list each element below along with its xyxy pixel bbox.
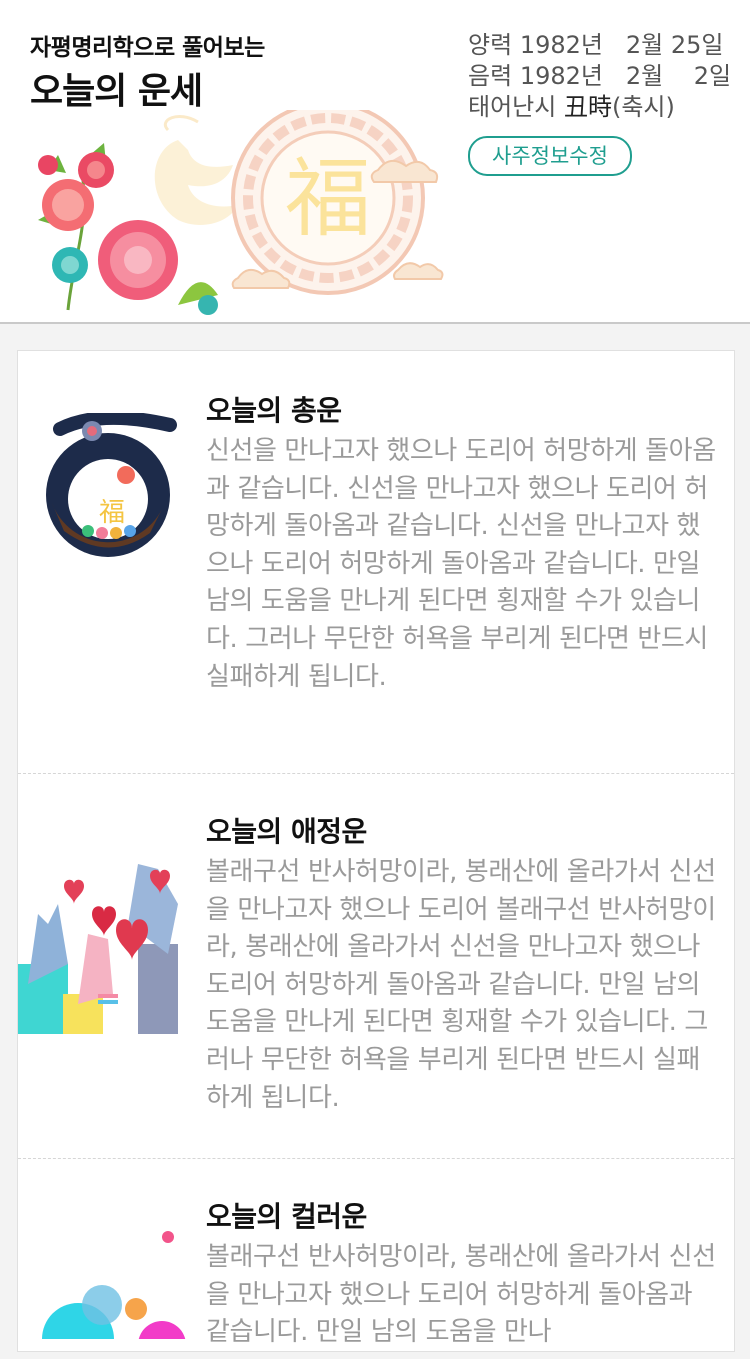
edit-saju-info-button[interactable]: 사주정보수정 <box>468 136 632 176</box>
section-body: 볼래구선 반사허망이라, 봉래산에 올라가서 신선을 만나고자 했으나 도리어 … <box>206 1242 716 1348</box>
solar-date: 양력 1982년 2월 25일 <box>468 31 724 59</box>
section-title: 오늘의 총운 <box>206 394 342 427</box>
color-dots-icon <box>42 1231 186 1339</box>
fortune-section-love: 오늘의 애정운 볼래구선 반사허망이라, 봉래산에 올라가서 신선을 만나고자 … <box>18 773 734 1159</box>
fortune-section-general: 福 오늘의 총운 신선을 만나고자 했으나 도리어 허망하게 돌아옴과 같습니다… <box>18 351 734 773</box>
lucky-pouch-icon: 福 <box>46 413 177 557</box>
hearts-hands-icon <box>18 864 178 1034</box>
birth-info: 양력 1982년 2월 25일 음력 1982년 2월 2일 태어난시 丑時(축… <box>468 30 731 123</box>
lunar-date: 음력 1982년 2월 2일 <box>468 62 732 90</box>
page-title: 오늘의 운세 <box>30 71 203 112</box>
svg-text:福: 福 <box>285 149 371 249</box>
section-title: 오늘의 컬러운 <box>206 1200 367 1233</box>
birth-time: 태어난시 丑時(축시) <box>468 93 675 121</box>
fortune-seal-icon: 福 <box>231 110 425 295</box>
svg-text:福: 福 <box>99 498 125 528</box>
fortune-header: 자평명리학으로 풀어보는 오늘의 운세 양력 1982년 2월 25일 음력 1… <box>0 0 750 322</box>
fortune-card: 福 오늘의 총운 신선을 만나고자 했으나 도리어 허망하게 돌아옴과 같습니다… <box>17 350 735 1352</box>
page-subtitle: 자평명리학으로 풀어보는 <box>30 35 265 61</box>
header-divider <box>0 322 750 324</box>
fortune-section-color: 오늘의 컬러운 볼래구선 반사허망이라, 봉래산에 올라가서 신선을 만나고자 … <box>18 1158 734 1359</box>
section-body: 신선을 만나고자 했으나 도리어 허망하게 돌아옴과 같습니다. 신선을 만나고… <box>206 436 716 692</box>
section-body: 볼래구선 반사허망이라, 봉래산에 올라가서 신선을 만나고자 했으나 도리어 … <box>206 857 716 1113</box>
section-title: 오늘의 애정운 <box>206 815 367 848</box>
fortune-banner-illustration: 福 <box>38 110 444 315</box>
phoenix-icon <box>154 115 238 225</box>
